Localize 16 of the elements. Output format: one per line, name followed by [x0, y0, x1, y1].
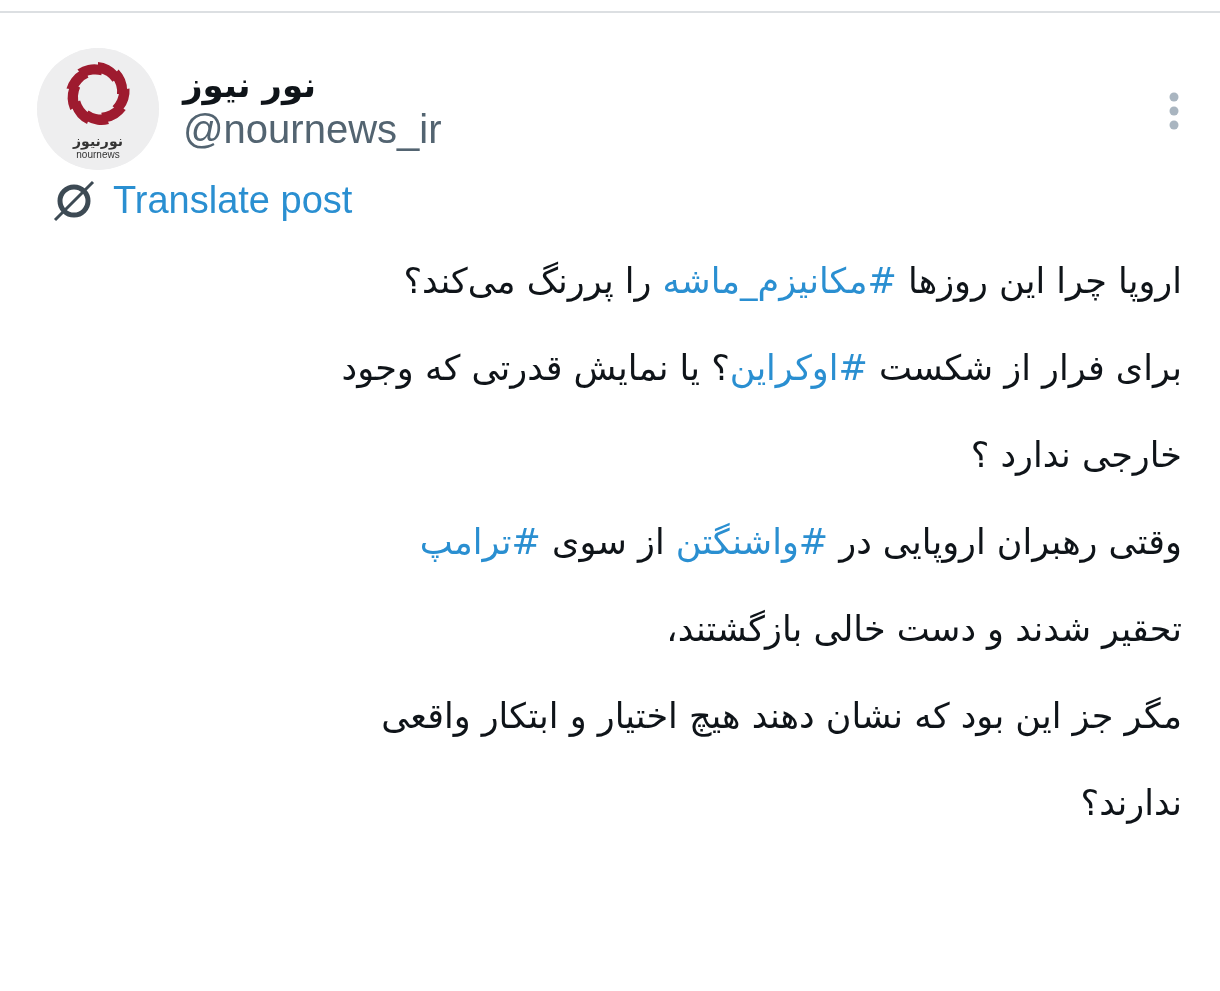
post-text-line: تحقیر شدند و دست خالی بازگشتند، — [666, 607, 1182, 650]
hashtag-link[interactable]: #ترامپ — [419, 521, 541, 562]
translate-icon — [51, 179, 97, 222]
author-name[interactable]: نور نیوز — [183, 64, 442, 106]
post-text-line: مگر جز این بود که نشان دهند هیچ اختیار و ابتکار واقعی — [381, 694, 1182, 737]
translate-post-link[interactable]: Translate post — [113, 178, 353, 224]
author-handle[interactable]: @nournews_ir — [183, 105, 442, 154]
post-text-line: وقتی رهبران اروپایی در #واشنگتن از سوی #ترامپ — [419, 520, 1182, 563]
post-text-line: اروپا چرا این روزها #مکانیزم_ماشه را پررنگ می‌کند؟ — [403, 259, 1182, 302]
hashtag-link[interactable]: #واشنگتن — [675, 521, 829, 562]
post-text-line: برای فرار از شکست #اوکراین؟ یا نمایش قدرتی که وجود — [341, 346, 1182, 389]
hashtag-link[interactable]: #مکانیزم_ماشه — [662, 260, 897, 301]
hashtag-link[interactable]: #اوکراین — [729, 347, 868, 388]
post-text-line: خارجی ندارد ؟ — [970, 433, 1182, 476]
post-text-line: ندارند؟ — [1080, 781, 1182, 824]
more-options-icon[interactable] — [1168, 92, 1180, 130]
